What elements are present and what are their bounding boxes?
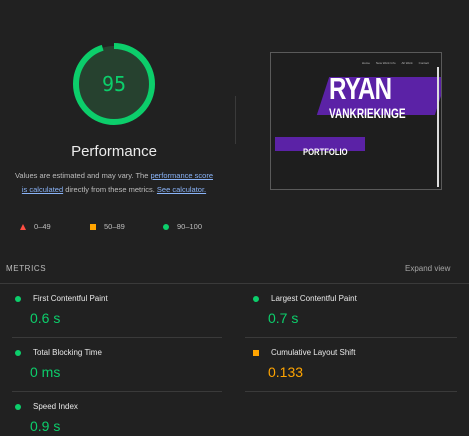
metric-value: 0 ms <box>30 364 61 380</box>
square-icon <box>90 223 96 230</box>
metric-value: 0.9 s <box>30 418 61 434</box>
pass-circle-icon <box>253 295 259 302</box>
performance-title: Performance <box>71 143 157 160</box>
triangle-icon <box>20 223 26 230</box>
score-description: Values are estimated and may vary. The p… <box>12 169 216 197</box>
divider <box>12 337 222 338</box>
pass-circle-icon <box>15 403 21 410</box>
legend-item-pass: 90–100 <box>163 222 202 231</box>
metric-label: Total Blocking Time <box>33 348 102 357</box>
metric-speed-index: Speed Index 0.9 s <box>15 402 225 434</box>
legend-label: 90–100 <box>177 222 203 231</box>
divider <box>245 391 457 392</box>
metric-largest-contentful-paint: Largest Contentful Paint 0.7 s <box>253 294 463 326</box>
performance-score-value: 95 <box>101 72 127 96</box>
nav-link: Contact <box>418 61 429 65</box>
see-calculator-link[interactable]: See calculator. <box>157 185 206 194</box>
description-text: Values are estimated and may vary. The <box>14 171 151 180</box>
hero-last-name: VANKRIEKINGE <box>329 105 406 121</box>
pass-circle-icon <box>15 349 21 356</box>
legend-label: 50–89 <box>104 222 125 231</box>
metric-label: Largest Contentful Paint <box>271 294 357 303</box>
screenshot-nav: Home New Work Info All Work Contact <box>362 61 429 65</box>
divider <box>235 96 236 144</box>
divider <box>245 337 457 338</box>
divider <box>0 283 469 284</box>
metric-label: First Contentful Paint <box>33 294 108 303</box>
expand-view-toggle[interactable]: Expand view <box>405 264 450 273</box>
nav-link: Home <box>361 61 370 65</box>
average-square-icon <box>253 349 259 356</box>
hero-section-label: PORTFOLIO <box>303 147 348 157</box>
metric-value: 0.7 s <box>268 310 299 326</box>
legend-label: 0–49 <box>34 222 51 231</box>
metric-label: Cumulative Layout Shift <box>271 348 356 357</box>
divider <box>12 391 222 392</box>
legend-item-average: 50–89 <box>90 222 125 231</box>
scrollbar <box>437 67 439 187</box>
nav-link: New Work Info <box>375 61 396 65</box>
nav-link: All Work <box>401 61 413 65</box>
final-screenshot[interactable]: Home New Work Info All Work Contact RYAN… <box>270 52 442 190</box>
legend-item-fail: 0–49 <box>20 222 51 231</box>
metric-label: Speed Index <box>33 402 78 411</box>
metric-first-contentful-paint: First Contentful Paint 0.6 s <box>15 294 225 326</box>
description-text: directly from these metrics. <box>63 185 157 194</box>
hero-first-name: RYAN <box>329 71 392 106</box>
metric-value: 0.133 <box>268 364 304 380</box>
metric-value: 0.6 s <box>30 310 61 326</box>
metric-total-blocking-time: Total Blocking Time 0 ms <box>15 348 225 380</box>
metrics-header: METRICS <box>6 264 47 273</box>
pass-circle-icon <box>15 295 21 302</box>
metric-cumulative-layout-shift: Cumulative Layout Shift 0.133 <box>253 348 463 380</box>
circle-icon <box>163 223 169 230</box>
